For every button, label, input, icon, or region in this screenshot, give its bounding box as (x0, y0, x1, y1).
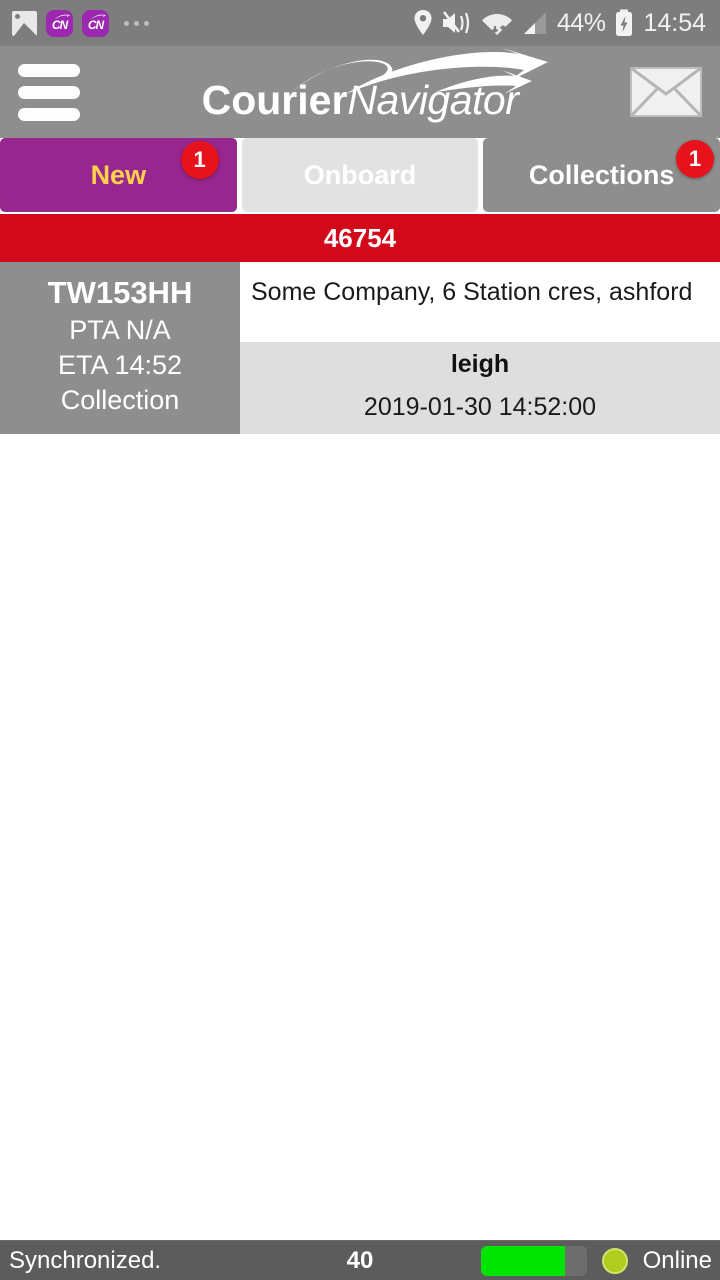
tab-collections[interactable]: Collections 1 (483, 138, 720, 212)
clock-label: 14:54 (643, 8, 706, 37)
job-list: 46754 TW153HH PTA N/A ETA 14:52 Collecti… (0, 214, 720, 1240)
job-reference-label: 46754 (323, 222, 397, 253)
courier-navigator-app-icon: CN (46, 9, 73, 37)
tab-new-badge: 1 (180, 141, 219, 179)
tab-collections-badge: 1 (676, 140, 715, 178)
logo-secondary-text: Navigator (347, 76, 519, 123)
job-contact-block: leigh 2019-01-30 14:52:00 (240, 342, 720, 434)
job-reference-banner: 46754 (0, 214, 720, 262)
cellular-signal-icon (523, 12, 546, 34)
logo-primary-text: Courier (201, 76, 348, 123)
wifi-icon (481, 14, 512, 35)
tab-new-label: New (90, 159, 147, 190)
job-detail-panel: Some Company, 6 Station cres, ashford le… (240, 262, 720, 434)
connection-indicators: Online (480, 1245, 720, 1276)
system-indicators: 44% 14:54 (413, 9, 706, 38)
courier-navigator-app-icon: CN (82, 9, 109, 37)
app-screen: CN CN 44% 14:54 CourierNavigator New 1 O… (0, 0, 720, 1280)
job-card-body: TW153HH PTA N/A ETA 14:52 Collection Som… (0, 262, 720, 434)
app-bar: CourierNavigator (0, 46, 720, 138)
envelope-icon[interactable] (629, 66, 703, 118)
more-notifications-icon (124, 20, 149, 26)
tab-onboard-label: Onboard (303, 159, 417, 190)
swoosh-icon (90, 13, 106, 20)
system-status-bar: CN CN 44% 14:54 (0, 0, 720, 46)
job-card[interactable]: 46754 TW153HH PTA N/A ETA 14:52 Collecti… (0, 214, 720, 434)
location-icon (414, 10, 432, 35)
job-timestamp-label: 2019-01-30 14:52:00 (363, 393, 597, 421)
job-registration-label: TW153HH (47, 275, 193, 310)
job-pta-label: PTA N/A (69, 314, 171, 345)
logo-swoosh-icon (292, 47, 549, 94)
tab-collections-label: Collections (528, 159, 675, 190)
tab-new[interactable]: New 1 (0, 138, 237, 212)
battery-charging-icon (616, 9, 633, 36)
job-eta-label: ETA 14:52 (57, 349, 183, 380)
sync-progress-bar (480, 1245, 587, 1276)
sync-progress-fill (480, 1245, 566, 1276)
sound-mute-vibrate-icon (442, 11, 469, 34)
status-dot-icon (601, 1247, 628, 1274)
gallery-icon (12, 10, 37, 36)
job-status-tabs: New 1 Onboard Collections 1 (0, 138, 720, 214)
job-contact-name-label: leigh (450, 350, 510, 378)
job-type-label: Collection (60, 384, 180, 415)
envelope-glyph (629, 66, 703, 118)
hamburger-menu-icon[interactable] (18, 63, 80, 121)
swoosh-icon (54, 13, 70, 20)
job-address-label: Some Company, 6 Station cres, ashford (240, 262, 720, 342)
job-summary-panel: TW153HH PTA N/A ETA 14:52 Collection (0, 262, 240, 434)
battery-percent-label: 44% (556, 8, 606, 37)
app-logo: CourierNavigator (0, 46, 720, 138)
bottom-status-bar: Synchronized. 40 Online (0, 1240, 720, 1280)
connection-status-label: Online (642, 1246, 712, 1274)
tab-onboard[interactable]: Onboard (241, 138, 479, 212)
notification-icons: CN CN (12, 9, 149, 37)
